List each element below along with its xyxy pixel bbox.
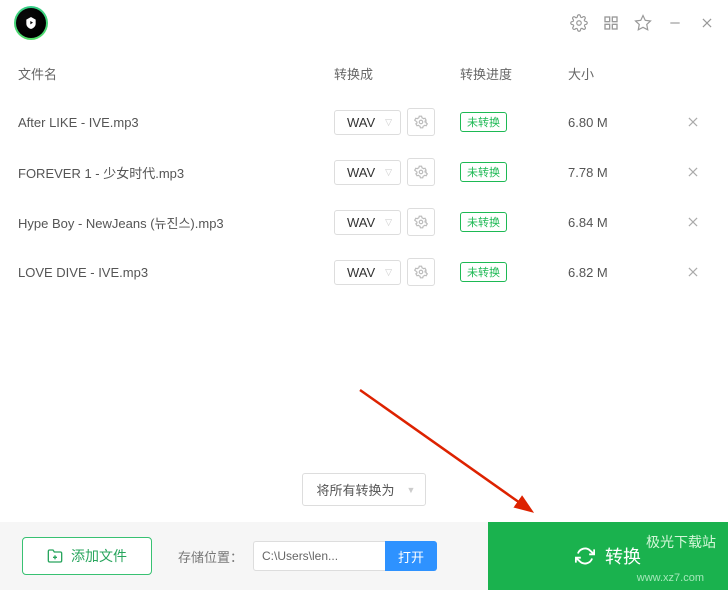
convert-button[interactable]: 转换 极光下载站 www.xz7.com xyxy=(488,522,728,590)
watermark-url: www.xz7.com xyxy=(637,572,704,584)
titlebar xyxy=(0,0,728,46)
file-name: FOREVER 1 - 少女时代.mp3 xyxy=(18,163,334,182)
col-header-name: 文件名 xyxy=(18,64,334,83)
close-icon[interactable] xyxy=(698,14,716,32)
open-folder-button[interactable]: 打开 xyxy=(385,541,437,571)
convert-all-select[interactable]: 将所有转换为 ▼ xyxy=(302,473,427,506)
storage-path-input[interactable] xyxy=(253,541,385,571)
format-select[interactable]: WAV ▽ xyxy=(334,260,401,285)
watermark-text: 极光下载站 xyxy=(646,532,716,552)
minimize-icon[interactable] xyxy=(666,14,684,32)
chevron-down-icon: ▽ xyxy=(385,267,392,278)
col-header-format: 转换成 xyxy=(334,64,460,83)
format-select[interactable]: WAV ▽ xyxy=(334,110,401,135)
star-icon[interactable] xyxy=(634,14,652,32)
format-value: WAV xyxy=(347,265,375,280)
format-settings-button[interactable] xyxy=(407,158,435,186)
path-group: 打开 xyxy=(253,541,437,571)
convert-label: 转换 xyxy=(605,543,641,569)
storage-location-label: 存储位置： xyxy=(178,547,243,566)
remove-file-button[interactable] xyxy=(678,115,708,129)
chevron-down-icon: ▽ xyxy=(385,217,392,228)
file-name: Hype Boy - NewJeans (뉴진스).mp3 xyxy=(18,213,334,232)
status-badge: 未转换 xyxy=(460,162,507,182)
remove-file-button[interactable] xyxy=(678,165,708,179)
app-logo xyxy=(16,8,46,38)
format-value: WAV xyxy=(347,165,375,180)
file-size: 6.84 M xyxy=(568,215,678,230)
file-size: 7.78 M xyxy=(568,165,678,180)
status-badge: 未转换 xyxy=(460,112,507,132)
file-list: After LIKE - IVE.mp3 WAV ▽ 未转换 6.80 M FOREVER… xyxy=(0,97,728,297)
chevron-down-icon: ▽ xyxy=(385,167,392,178)
format-value: WAV xyxy=(347,215,375,230)
status-badge: 未转换 xyxy=(460,262,507,282)
remove-file-button[interactable] xyxy=(678,215,708,229)
format-settings-button[interactable] xyxy=(407,208,435,236)
chevron-down-icon: ▼ xyxy=(407,485,416,495)
convert-all-bar: 将所有转换为 ▼ xyxy=(0,473,728,506)
add-file-label: 添加文件 xyxy=(71,546,127,566)
grid-icon[interactable] xyxy=(602,14,620,32)
annotation-arrow xyxy=(350,380,570,540)
format-select[interactable]: WAV ▽ xyxy=(334,210,401,235)
file-row: After LIKE - IVE.mp3 WAV ▽ 未转换 6.80 M xyxy=(0,97,728,147)
format-value: WAV xyxy=(347,115,375,130)
plus-folder-icon xyxy=(47,548,63,564)
window-controls xyxy=(570,14,716,32)
file-size: 6.82 M xyxy=(568,265,678,280)
chevron-down-icon: ▽ xyxy=(385,117,392,128)
file-row: LOVE DIVE - IVE.mp3 WAV ▽ 未转换 6.82 M xyxy=(0,247,728,297)
col-header-progress: 转换进度 xyxy=(460,64,568,83)
file-row: Hype Boy - NewJeans (뉴진스).mp3 WAV ▽ 未转换 6.84… xyxy=(0,197,728,247)
add-file-button[interactable]: 添加文件 xyxy=(22,537,152,575)
format-select[interactable]: WAV ▽ xyxy=(334,160,401,185)
format-settings-button[interactable] xyxy=(407,258,435,286)
convert-all-label: 将所有转换为 xyxy=(317,480,395,499)
file-size: 6.80 M xyxy=(568,115,678,130)
settings-icon[interactable] xyxy=(570,14,588,32)
column-headers: 文件名 转换成 转换进度 大小 xyxy=(0,46,728,97)
file-name: After LIKE - IVE.mp3 xyxy=(18,115,334,130)
remove-file-button[interactable] xyxy=(678,265,708,279)
file-name: LOVE DIVE - IVE.mp3 xyxy=(18,265,334,280)
convert-icon xyxy=(575,546,595,566)
bottom-bar: 添加文件 存储位置： 打开 转换 极光下载站 www.xz7.com xyxy=(0,522,728,590)
status-badge: 未转换 xyxy=(460,212,507,232)
col-header-size: 大小 xyxy=(568,64,678,83)
file-row: FOREVER 1 - 少女时代.mp3 WAV ▽ 未转换 7.78 M xyxy=(0,147,728,197)
format-settings-button[interactable] xyxy=(407,108,435,136)
